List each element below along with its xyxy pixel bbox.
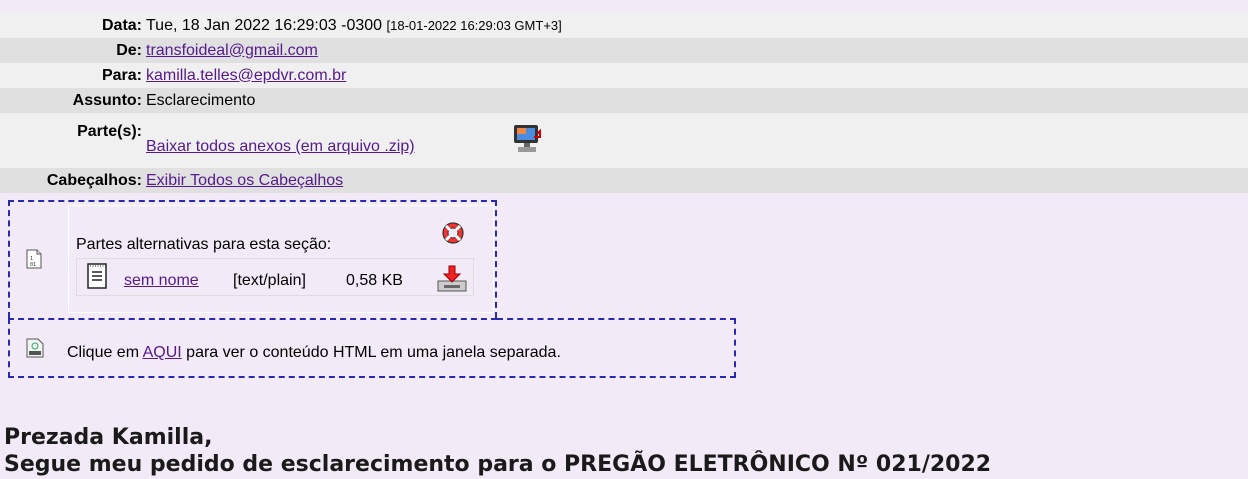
date-local: [18-01-2022 16:29:03 GMT+3]	[386, 17, 562, 33]
lifebuoy-icon	[442, 222, 464, 244]
from-label: De:	[116, 41, 142, 59]
date-value: Tue, 18 Jan 2022 16:29:03 -0300 [18-01-2…	[146, 17, 562, 35]
headers-label: Cabeçalhos:	[46, 171, 142, 189]
part-size: 0,58 KB	[346, 272, 403, 289]
html-notice-text: Clique em AQUI para ver o conteúdo HTML …	[67, 344, 561, 362]
html-notice-prefix: Clique em	[67, 344, 140, 361]
alternatives-top-border	[8, 200, 497, 204]
subject-label: Assunto:	[72, 91, 142, 109]
svg-text:01: 01	[30, 262, 36, 268]
html-notice-top-border	[497, 318, 736, 320]
html-notice-suffix: para ver o conteúdo HTML em uma janela s…	[186, 344, 561, 361]
document-binary-icon: 1 01	[26, 249, 42, 269]
text-file-icon	[87, 263, 107, 289]
parts-label: Parte(s):	[77, 123, 142, 140]
date-text: Tue, 18 Jan 2022 16:29:03 -0300	[146, 16, 383, 34]
to-label: Para:	[101, 66, 142, 84]
download-zip-link[interactable]: Baixar todos anexos (em arquivo .zip)	[146, 138, 415, 156]
to-email-link[interactable]: kamilla.telles@epdvr.com.br	[146, 67, 346, 85]
greeting: Prezada Kamilla,	[4, 425, 213, 450]
subject-value: Esclarecimento	[146, 91, 256, 109]
header-row-subject: Assunto: Esclarecimento	[0, 88, 1248, 113]
header-row-date: Data: Tue, 18 Jan 2022 16:29:03 -0300 [1…	[0, 13, 1248, 38]
body-intro: Segue meu pedido de esclarecimento para …	[4, 452, 992, 477]
alternatives-title: Partes alternativas para esta seção:	[76, 236, 332, 253]
part-name-link[interactable]: sem nome	[124, 272, 199, 290]
header-row-to: Para: kamilla.telles@epdvr.com.br	[0, 63, 1248, 88]
header-row-from: De: transfoideal@gmail.com	[0, 38, 1248, 63]
header-row-headers: Cabeçalhos: Exibir Todos os Cabeçalhos	[0, 168, 1248, 193]
date-label: Data:	[101, 16, 142, 34]
computer-download-icon[interactable]	[512, 123, 544, 155]
html-file-icon	[26, 338, 44, 358]
download-icon[interactable]	[436, 264, 468, 294]
header-row-parts: Parte(s): Baixar todos anexos (em arquiv…	[0, 113, 1248, 168]
part-type: [text/plain]	[233, 272, 306, 289]
from-email-link[interactable]: transfoideal@gmail.com	[146, 42, 318, 60]
html-view-link[interactable]: AQUI	[143, 344, 182, 361]
show-all-headers-link[interactable]: Exibir Todos os Cabeçalhos	[146, 172, 343, 190]
